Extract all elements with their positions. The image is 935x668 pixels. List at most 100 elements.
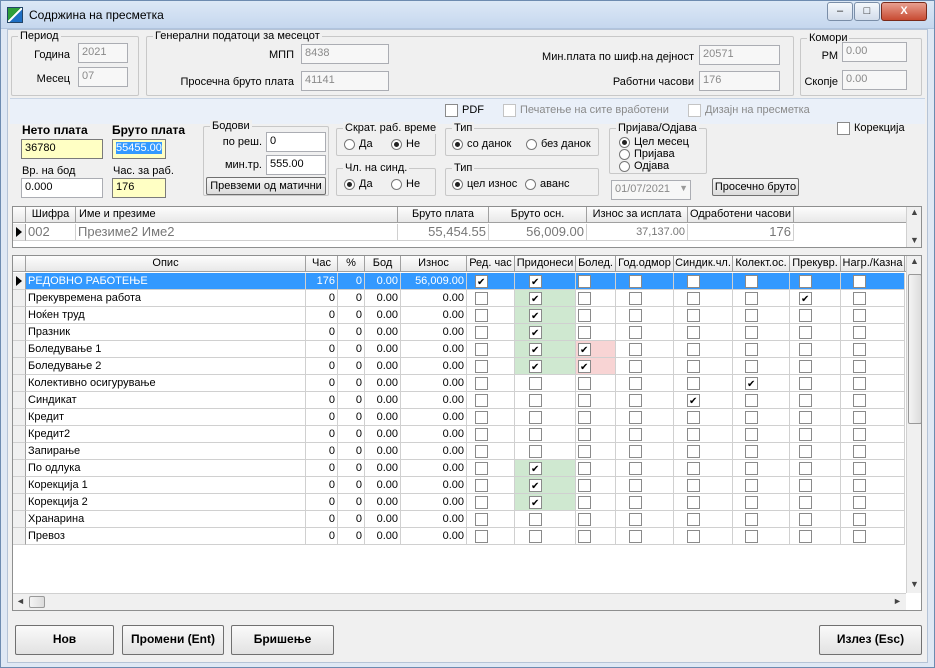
flag-checkbox[interactable] (475, 462, 488, 475)
registration-radio[interactable] (619, 149, 630, 160)
flag-checkbox[interactable] (799, 530, 812, 543)
table-row[interactable]: По одлука 0 0 0.00 0.00 (13, 460, 906, 477)
flag-checkbox[interactable] (687, 479, 700, 492)
flag-checkbox[interactable] (475, 292, 488, 305)
flag-checkbox[interactable] (853, 275, 866, 288)
flag-checkbox[interactable] (745, 530, 758, 543)
flag-checkbox[interactable] (578, 326, 591, 339)
items-col-9[interactable]: Синдик.чл. (674, 256, 733, 272)
flag-checkbox[interactable] (853, 343, 866, 356)
pdf-checkbox[interactable] (445, 104, 458, 117)
items-col-2[interactable]: % (338, 256, 365, 272)
flag-checkbox[interactable] (578, 343, 591, 357)
flag-checkbox[interactable] (629, 530, 642, 543)
flag-checkbox[interactable] (799, 377, 812, 390)
flag-checkbox[interactable] (475, 513, 488, 526)
table-row[interactable]: Колективно осигурување 0 0 0.00 0.00 (13, 375, 906, 392)
flag-checkbox[interactable] (578, 445, 591, 458)
flag-checkbox[interactable] (687, 343, 700, 356)
flag-checkbox[interactable] (745, 292, 758, 305)
table-row[interactable]: Празник 0 0 0.00 0.00 (13, 324, 906, 341)
flag-checkbox[interactable] (853, 496, 866, 509)
flag-checkbox[interactable] (475, 343, 488, 356)
items-col-8[interactable]: Год.одмор (616, 256, 674, 272)
flag-checkbox[interactable] (687, 496, 700, 509)
decision-field[interactable]: 0 (266, 132, 326, 152)
flag-checkbox[interactable] (475, 377, 488, 390)
flag-checkbox[interactable] (529, 377, 542, 390)
flag-checkbox[interactable] (629, 343, 642, 356)
flag-checkbox[interactable] (529, 428, 542, 441)
flag-checkbox[interactable] (799, 343, 812, 356)
flag-checkbox[interactable] (629, 326, 642, 339)
net-salary-field[interactable]: 36780 (21, 139, 103, 159)
flag-checkbox[interactable] (799, 462, 812, 475)
flag-checkbox[interactable] (578, 428, 591, 441)
flag-checkbox[interactable] (799, 496, 812, 509)
items-col-7[interactable]: Болед. (576, 256, 616, 272)
flag-checkbox[interactable] (799, 445, 812, 458)
table-row[interactable]: Боледување 2 0 0 0.00 0.00 (13, 358, 906, 375)
without-tax-radio[interactable] (526, 139, 537, 150)
items-scroll-up-icon[interactable]: ▲ (907, 256, 921, 266)
transfer-from-master-button[interactable]: Превземи од матични (206, 177, 326, 195)
edit-button[interactable]: Промени (Ent) (122, 625, 224, 655)
col-gross[interactable]: Бруто плата (398, 207, 489, 223)
correction-checkbox[interactable] (837, 122, 850, 135)
col-name[interactable]: Име и презиме (76, 207, 398, 223)
flag-checkbox[interactable] (529, 394, 542, 407)
gross-salary-field[interactable]: 55455.00 (112, 139, 166, 159)
flag-checkbox[interactable] (629, 411, 642, 424)
flag-checkbox[interactable] (629, 445, 642, 458)
items-col-12[interactable]: Нагр./Казна (841, 256, 905, 272)
flag-checkbox[interactable] (745, 309, 758, 322)
flag-checkbox[interactable] (687, 360, 700, 373)
table-row[interactable]: Синдикат 0 0 0.00 0.00 (13, 392, 906, 409)
flag-checkbox[interactable] (687, 445, 700, 458)
flag-checkbox[interactable] (629, 292, 642, 305)
flag-checkbox[interactable] (745, 445, 758, 458)
col-base[interactable]: Бруто осн. (489, 207, 587, 223)
items-col-10[interactable]: Колект.ос. (733, 256, 790, 272)
table-row[interactable]: Прекувремена работа 0 0 0.00 0.00 (13, 290, 906, 307)
new-button[interactable]: Нов (15, 625, 114, 655)
skopje-field[interactable]: 0.00 (842, 70, 907, 90)
flag-checkbox[interactable] (629, 462, 642, 475)
flag-checkbox[interactable] (853, 445, 866, 458)
flag-checkbox[interactable] (687, 292, 700, 305)
items-scroll-left-icon[interactable]: ◄ (13, 596, 28, 606)
short-time-no-radio[interactable] (391, 139, 402, 150)
flag-checkbox[interactable] (529, 479, 542, 493)
table-row[interactable]: Кредит2 0 0 0.00 0.00 (13, 426, 906, 443)
full-amount-radio[interactable] (452, 179, 463, 190)
flag-checkbox[interactable] (799, 394, 812, 407)
flag-checkbox[interactable] (529, 360, 542, 374)
flag-checkbox[interactable] (853, 326, 866, 339)
mpp-field[interactable]: 8438 (301, 44, 389, 64)
rm-field[interactable]: 0.00 (842, 42, 907, 62)
flag-checkbox[interactable] (475, 394, 488, 407)
flag-checkbox[interactable] (799, 428, 812, 441)
table-row[interactable]: РЕДОВНО РАБОТЕЊЕ 176 0 0.00 56,009.00 (13, 273, 906, 290)
flag-checkbox[interactable] (745, 275, 758, 288)
flag-checkbox[interactable] (853, 530, 866, 543)
flag-checkbox[interactable] (629, 360, 642, 373)
table-row[interactable]: Превоз 0 0 0.00 0.00 (13, 528, 906, 545)
items-col-0[interactable]: Опис (26, 256, 306, 272)
flag-checkbox[interactable] (629, 496, 642, 509)
flag-checkbox[interactable] (578, 513, 591, 526)
flag-checkbox[interactable] (745, 428, 758, 441)
flag-checkbox[interactable] (687, 462, 700, 475)
registration-date-field[interactable]: 01/07/2021 ▼ (611, 180, 691, 200)
flag-checkbox[interactable] (578, 530, 591, 543)
flag-checkbox[interactable] (529, 343, 542, 357)
flag-checkbox[interactable] (529, 462, 542, 476)
items-vscroll-thumb[interactable] (908, 274, 921, 424)
col-code[interactable]: Шифра (26, 207, 76, 223)
flag-checkbox[interactable] (629, 377, 642, 390)
flag-checkbox[interactable] (475, 428, 488, 441)
flag-checkbox[interactable] (745, 513, 758, 526)
flag-checkbox[interactable] (687, 309, 700, 322)
table-row[interactable]: Корекција 1 0 0 0.00 0.00 (13, 477, 906, 494)
scroll-up-icon[interactable]: ▲ (907, 207, 921, 217)
